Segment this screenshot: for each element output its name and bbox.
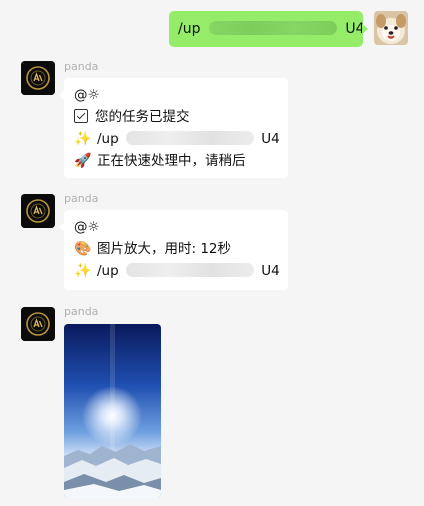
bot-avatar[interactable] bbox=[21, 307, 55, 341]
bot-logo-icon bbox=[21, 307, 55, 341]
redacted-text bbox=[208, 21, 337, 35]
sender-name: panda bbox=[64, 60, 99, 73]
sender-name: panda bbox=[64, 192, 99, 205]
outgoing-command-suffix: U4 bbox=[345, 21, 365, 37]
message-line: ✨ /up U4 bbox=[74, 128, 280, 150]
bot-avatar[interactable] bbox=[21, 61, 55, 95]
command-prefix: /up bbox=[97, 263, 119, 279]
mention-symbol: @ bbox=[74, 219, 88, 235]
task-submitted-text: 您的任务已提交 bbox=[95, 109, 190, 125]
checkbox-icon bbox=[74, 109, 88, 123]
incoming-message-bubble[interactable]: @☼ 您的任务已提交 ✨ /up U4 🚀 正在快速处理中，请稍后 bbox=[59, 78, 288, 178]
message-line: 🚀 正在快速处理中，请稍后 bbox=[74, 150, 278, 172]
sun-icon: ☼ bbox=[87, 87, 100, 103]
sun-icon: ☼ bbox=[87, 219, 100, 235]
redacted-text bbox=[125, 263, 254, 277]
processing-text: 正在快速处理中，请稍后 bbox=[97, 153, 246, 169]
command-suffix: U4 bbox=[261, 131, 280, 147]
upscale-time-text: 图片放大，用时: 12秒 bbox=[97, 241, 232, 257]
sender-name: panda bbox=[64, 305, 99, 318]
sparkles-icon: ✨ bbox=[74, 131, 92, 147]
dog-avatar-icon bbox=[374, 11, 408, 45]
upscaled-sky-image bbox=[64, 324, 161, 498]
incoming-message-bubble[interactable]: @☼ 🎨 图片放大，用时: 12秒 ✨ /up U4 bbox=[59, 210, 288, 290]
mention-symbol: @ bbox=[74, 87, 88, 103]
outgoing-command-prefix: /up bbox=[178, 21, 201, 37]
redacted-text bbox=[125, 131, 254, 145]
self-avatar[interactable] bbox=[374, 11, 408, 45]
message-line: ✨ /up U4 bbox=[74, 260, 280, 282]
mention-line: @☼ bbox=[74, 84, 278, 106]
palette-icon: 🎨 bbox=[74, 241, 92, 257]
command-suffix: U4 bbox=[261, 263, 280, 279]
outgoing-message-bubble[interactable]: /up U4 bbox=[169, 11, 368, 47]
sparkles-icon: ✨ bbox=[74, 263, 92, 279]
image-message[interactable] bbox=[64, 324, 161, 498]
mention-line: @☼ bbox=[74, 216, 278, 238]
bot-avatar[interactable] bbox=[21, 194, 55, 228]
bot-logo-icon bbox=[21, 194, 55, 228]
message-line: 🎨 图片放大，用时: 12秒 bbox=[74, 238, 278, 260]
bot-logo-icon bbox=[21, 61, 55, 95]
command-prefix: /up bbox=[97, 131, 119, 147]
rocket-icon: 🚀 bbox=[74, 153, 92, 169]
message-line: 您的任务已提交 bbox=[74, 106, 278, 128]
